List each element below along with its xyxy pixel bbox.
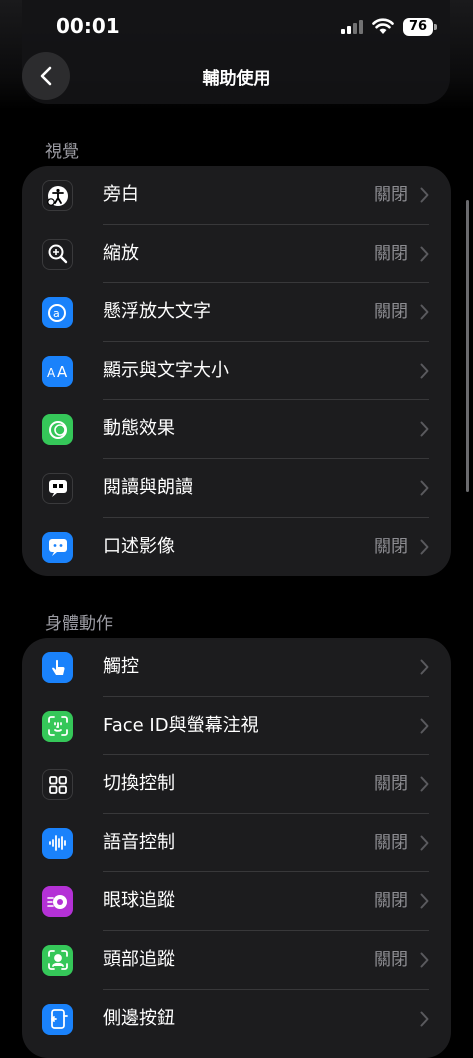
chevron-right-icon [420,659,429,675]
chevron-right-icon [420,539,429,555]
row-value: 關閉 [374,536,408,557]
settings-row[interactable]: 閱讀與朗讀 [22,459,451,518]
zoom-icon [42,238,73,270]
section-header-physical: 身體動作 [45,614,113,634]
settings-row[interactable]: 動態效果 [22,400,451,459]
status-bar: 00:01 76 [0,0,473,54]
chevron-right-icon [420,1011,429,1027]
svg-text:A: A [47,366,56,380]
row-label: 語音控制 [103,831,175,853]
settings-row[interactable]: 語音控制 關閉 [22,814,451,873]
chevron-right-icon [420,304,429,320]
row-value: 關閉 [374,302,408,323]
text-size-icon: AA [42,355,73,387]
settings-row[interactable]: 切換控制 關閉 [22,755,451,814]
chevron-right-icon [420,718,429,734]
section-header-vision: 視覺 [45,142,79,162]
settings-row[interactable]: 縮放 關閉 [22,225,451,284]
voiceover-icon [42,180,73,211]
chevron-right-icon [420,421,429,437]
settings-row[interactable]: 頭部追蹤 關閉 [22,931,451,990]
spoken-content-icon [42,472,73,504]
row-label: 頭部追蹤 [103,948,175,970]
row-value: 關閉 [374,949,408,970]
settings-row[interactable]: 眼球追蹤 關閉 [22,872,451,931]
page-title: 輔助使用 [202,69,271,89]
settings-row[interactable]: 側邊按鈕 [22,990,451,1049]
voice-control-icon [42,827,73,859]
row-label: Face ID與螢幕注視 [103,714,259,736]
row-value: 關閉 [374,891,408,912]
face-id-icon [42,710,73,742]
wifi-icon [372,18,394,34]
vision-group: 旁白 關閉 縮放 關閉 a 懸浮放大文字 關閉 A A 顯示與文字大小 動態效果 閱讀與朗讀 口述影像關… [22,166,451,576]
switch-control-icon [42,769,73,801]
chevron-right-icon [420,246,429,262]
cellular-signal-icon [341,20,365,34]
svg-text:a: a [53,307,60,320]
chevron-right-icon [420,893,429,909]
chevron-right-icon [420,480,429,496]
settings-row[interactable]: 觸控 [22,638,451,697]
row-label: 觸控 [103,656,139,677]
row-label: 閱讀與朗讀 [103,476,193,498]
row-label: 顯示與文字大小 [103,359,229,381]
row-label: 口述影像 [103,535,175,557]
chevron-right-icon [420,187,429,203]
touch-icon [42,652,73,683]
head-tracking-icon [42,944,73,976]
hover-text-icon: a [42,297,73,329]
settings-row[interactable]: 口述影像 關閉 [22,518,451,576]
chevron-right-icon [420,363,429,379]
battery-indicator: 76 [403,18,433,36]
row-label: 側邊按鈕 [103,1007,175,1029]
row-label: 動態效果 [103,418,175,440]
audio-description-icon [42,531,73,563]
motion-icon [42,414,73,446]
chevron-right-icon [420,835,429,851]
svg-text:A: A [57,363,68,381]
row-value: 關閉 [374,774,408,795]
settings-row[interactable]: A A 顯示與文字大小 [22,342,451,401]
chevron-right-icon [420,952,429,968]
row-value: 關閉 [374,185,408,205]
physical-motor-group: 觸控 Face ID與螢幕注視 切換控制 關閉 語音控制 關閉 眼球追蹤 關閉 頭部追蹤 關閉 側邊… [22,638,451,1058]
side-button-icon [42,1003,73,1035]
settings-row[interactable]: a 懸浮放大文字 關閉 [22,283,451,342]
row-label: 眼球追蹤 [103,890,175,912]
row-label: 懸浮放大文字 [103,301,211,323]
row-label: 旁白 [103,184,139,205]
row-value: 關閉 [374,832,408,853]
status-time: 00:01 [56,14,120,38]
battery-cap [434,24,437,30]
settings-row[interactable]: Face ID與螢幕注視 [22,697,451,756]
row-label: 縮放 [103,242,139,264]
row-value: 關閉 [374,243,408,264]
eye-tracking-icon [42,886,73,918]
row-label: 切換控制 [103,773,175,795]
chevron-right-icon [420,776,429,792]
settings-row[interactable]: 旁白 關閉 [22,166,451,225]
scrollbar-thumb[interactable] [466,200,469,492]
